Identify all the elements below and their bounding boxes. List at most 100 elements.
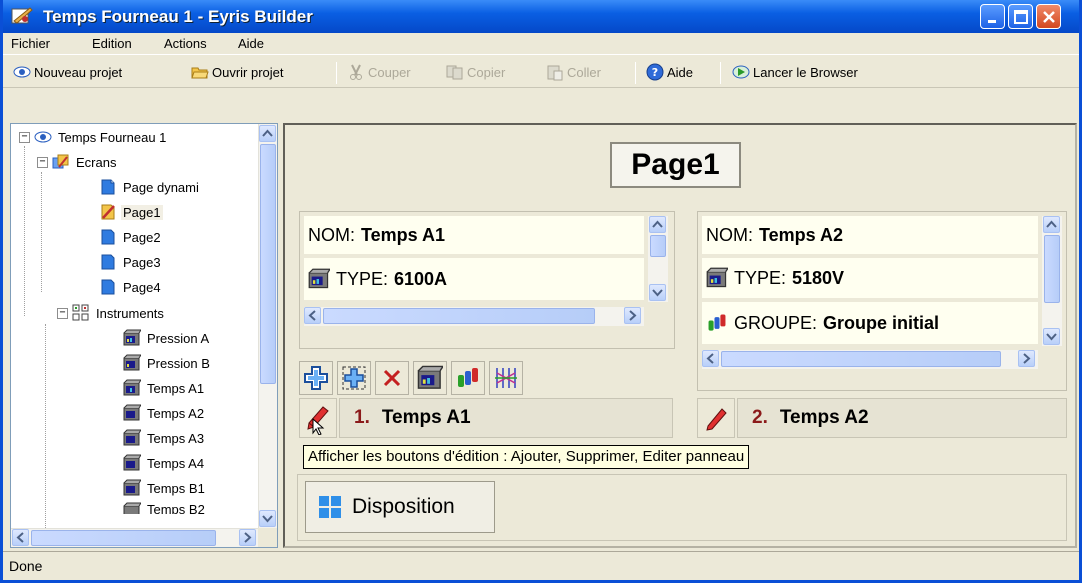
tree-line <box>41 172 42 292</box>
scroll-thumb[interactable] <box>31 530 216 546</box>
scroll-thumb[interactable] <box>260 144 276 384</box>
scroll-right-button[interactable] <box>624 307 641 324</box>
menu-edition[interactable]: Edition <box>92 36 132 51</box>
collapse-toggle[interactable]: − <box>37 156 48 168</box>
panel-1-horizontal-scrollbar[interactable] <box>304 307 644 326</box>
cut-button[interactable]: Couper <box>347 62 411 82</box>
tree-node-screens[interactable]: − Ecrans <box>37 153 118 171</box>
disposition-frame: Disposition <box>297 474 1067 541</box>
scroll-up-button[interactable] <box>1043 216 1060 233</box>
scroll-up-button[interactable] <box>259 125 276 142</box>
tree-node-instruments[interactable]: − Instruments <box>57 304 166 322</box>
tree-item-screen[interactable]: Page dynami <box>99 178 201 196</box>
tree-item-screen-selected[interactable]: Page1 <box>99 203 163 221</box>
scroll-right-button[interactable] <box>1018 350 1035 367</box>
panel-1-vertical-scrollbar[interactable] <box>648 216 668 302</box>
menu-actions[interactable]: Actions <box>164 36 207 51</box>
instrument-icon <box>123 429 141 446</box>
tree-item-screen[interactable]: Page2 <box>99 228 163 246</box>
insert-panel-button[interactable] <box>337 361 371 395</box>
help-button[interactable]: ? Aide <box>646 62 693 82</box>
insert-icon <box>342 366 366 390</box>
help-label: Aide <box>667 64 694 80</box>
panel-2-horizontal-scrollbar[interactable] <box>702 350 1038 369</box>
delete-panel-button[interactable] <box>375 361 409 395</box>
instrument-icon <box>123 479 141 496</box>
tree-node-root[interactable]: − Temps Fourneau 1 <box>19 128 168 146</box>
collapse-toggle[interactable]: − <box>19 131 30 143</box>
scroll-right-button[interactable] <box>239 529 256 546</box>
scroll-left-button[interactable] <box>12 529 29 546</box>
copy-button[interactable]: Copier <box>446 62 505 82</box>
show-edit-buttons-toggle[interactable] <box>697 398 735 438</box>
tree-item-instrument[interactable]: Temps A1 <box>123 379 206 397</box>
panel-name: Temps A2 <box>779 407 869 428</box>
collapse-toggle[interactable]: − <box>57 307 68 319</box>
nom-label: NOM: <box>706 224 753 245</box>
close-icon <box>1043 11 1055 23</box>
scroll-up-button[interactable] <box>649 216 666 233</box>
group-button[interactable] <box>451 361 485 395</box>
paste-button[interactable]: Coller <box>546 62 601 82</box>
panel-1-header[interactable]: 1. Temps A1 <box>339 398 673 438</box>
close-button[interactable] <box>1036 4 1061 29</box>
scroll-down-button[interactable] <box>259 510 276 527</box>
chevron-down-icon <box>1046 333 1057 341</box>
tree-horizontal-scrollbar[interactable] <box>11 528 259 547</box>
tree-item-screen[interactable]: Page3 <box>99 253 163 271</box>
tree-line <box>45 324 46 534</box>
menu-fichier[interactable]: Fichier <box>11 36 50 51</box>
scroll-corner <box>258 528 277 547</box>
tree-item-instrument[interactable]: Pression B <box>123 354 212 372</box>
edit-instrument-button[interactable] <box>413 361 447 395</box>
title-bar[interactable]: Temps Fourneau 1 - Eyris Builder <box>3 0 1079 33</box>
tree-item-instrument[interactable]: Temps A2 <box>123 404 206 422</box>
tree-item-screen[interactable]: Page4 <box>99 278 163 296</box>
add-panel-button[interactable] <box>299 361 333 395</box>
copy-icon <box>446 65 463 80</box>
channels-button[interactable] <box>489 361 523 395</box>
maximize-icon <box>1014 10 1028 24</box>
tree-item-instrument[interactable]: Temps B2 <box>123 502 207 514</box>
tooltip: Afficher les boutons d'édition : Ajouter… <box>303 445 750 469</box>
page-icon <box>101 229 115 245</box>
launch-browser-button[interactable]: Lancer le Browser <box>732 62 858 82</box>
scroll-thumb[interactable] <box>1044 235 1060 303</box>
page-title: Page1 <box>610 142 741 188</box>
instrument-panel-1: NOM: Temps A1 TYPE: 6100A <box>299 211 675 349</box>
chevron-down-icon <box>652 289 663 297</box>
scroll-down-button[interactable] <box>649 284 666 301</box>
menu-aide[interactable]: Aide <box>238 36 264 51</box>
tree-item-instrument[interactable]: Temps B1 <box>123 479 207 497</box>
instrument-icon <box>123 502 141 514</box>
show-edit-buttons-toggle[interactable] <box>299 398 337 438</box>
panel-2-group-field: GROUPE: Groupe initial <box>702 302 1038 344</box>
new-project-button[interactable]: Nouveau projet <box>13 62 122 82</box>
tree-label: Page1 <box>121 204 163 220</box>
tree-item-instrument[interactable]: Temps A4 <box>123 454 206 472</box>
scroll-thumb[interactable] <box>650 235 666 257</box>
instrument-panel-2: NOM: Temps A2 TYPE: 5180V GROUPE: Groupe… <box>697 211 1067 391</box>
scroll-left-button[interactable] <box>304 307 321 324</box>
open-project-label: Ouvrir projet <box>212 64 284 80</box>
paste-icon <box>547 65 563 81</box>
scroll-left-button[interactable] <box>702 350 719 367</box>
panel-2-header[interactable]: 2. Temps A2 <box>737 398 1067 438</box>
tree-vertical-scrollbar[interactable] <box>258 124 277 529</box>
scroll-thumb[interactable] <box>323 308 595 324</box>
tree-item-instrument[interactable]: Pression A <box>123 329 211 347</box>
panel-name: Temps A1 <box>381 407 471 428</box>
scroll-thumb[interactable] <box>721 351 1001 367</box>
tree-item-instrument[interactable]: Temps A3 <box>123 429 206 447</box>
disposition-button[interactable]: Disposition <box>305 481 495 533</box>
project-tree[interactable]: − Temps Fourneau 1 − Ecrans Page dynami … <box>10 123 278 548</box>
tree-label: Ecrans <box>76 154 117 170</box>
chevron-left-icon <box>16 532 24 543</box>
scroll-down-button[interactable] <box>1043 328 1060 345</box>
panel-2-vertical-scrollbar[interactable] <box>1042 216 1062 346</box>
open-project-button[interactable]: Ouvrir projet <box>191 62 284 82</box>
window-title: Temps Fourneau 1 - Eyris Builder <box>43 7 313 26</box>
minimize-button[interactable] <box>980 4 1005 29</box>
maximize-button[interactable] <box>1008 4 1033 29</box>
instrument-icon <box>123 454 141 471</box>
